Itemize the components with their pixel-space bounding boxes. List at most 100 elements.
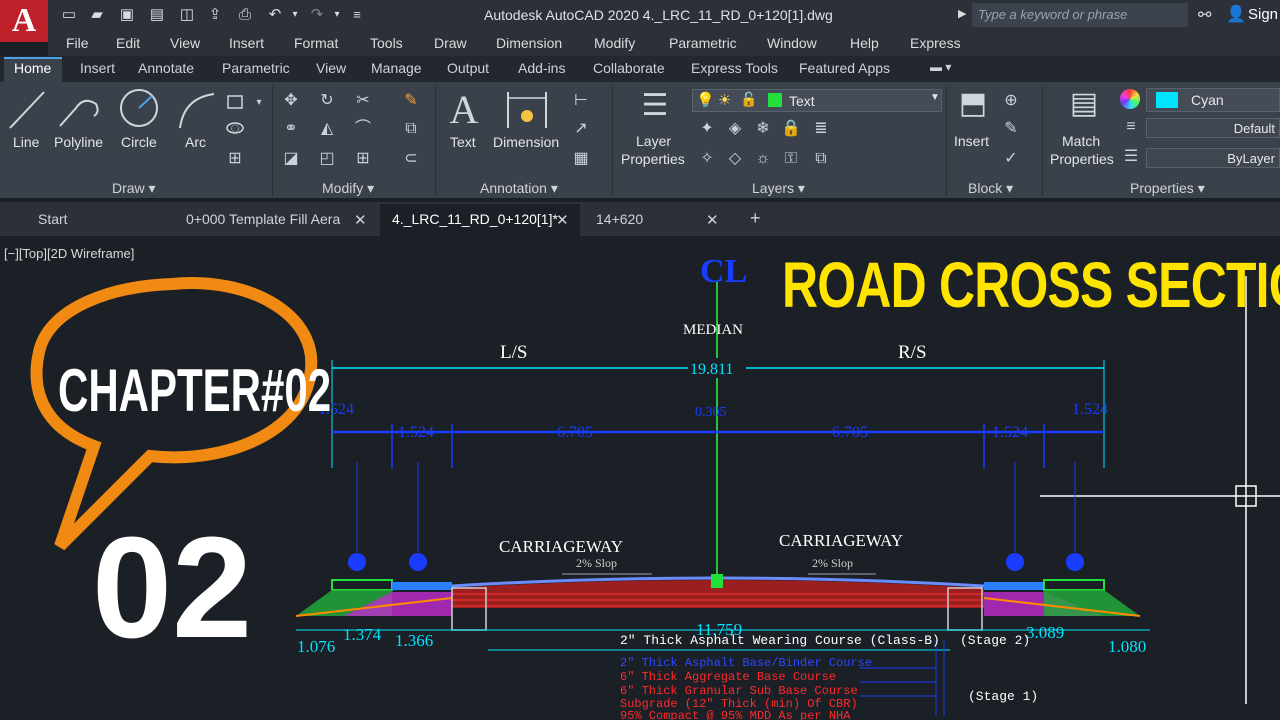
- menu-view[interactable]: View: [170, 35, 200, 51]
- export-icon[interactable]: ⇪: [204, 4, 226, 26]
- user-icon[interactable]: 👤: [1226, 4, 1246, 24]
- menu-parametric[interactable]: Parametric: [669, 35, 737, 51]
- layer-thaw-sun-icon: ☀: [718, 92, 732, 109]
- erase-icon[interactable]: ✎: [400, 90, 422, 112]
- search-expand-icon[interactable]: ▶: [958, 7, 966, 20]
- menu-insert[interactable]: Insert: [229, 35, 264, 51]
- layer-properties-label-1: Layer: [636, 133, 672, 149]
- new-tab-icon[interactable]: +: [750, 204, 761, 234]
- tab-featured-apps[interactable]: Featured Apps: [799, 60, 890, 76]
- layer-walk-icon[interactable]: ⧉: [810, 148, 832, 170]
- lineweight-icon[interactable]: ≡: [1120, 116, 1142, 138]
- linear-dim-icon[interactable]: ⊢: [570, 90, 592, 112]
- ribbon-toggle-icon[interactable]: ▬ ▾: [930, 60, 951, 74]
- sign-in-link[interactable]: Sign: [1248, 6, 1278, 23]
- draw-panel-title[interactable]: Draw ▾: [112, 180, 156, 197]
- mirror-icon[interactable]: ◭: [316, 118, 338, 140]
- tab-parametric[interactable]: Parametric: [222, 60, 290, 76]
- file-tab-14-620[interactable]: 14+620: [596, 204, 643, 234]
- slope-left-label: 2% Slop: [576, 556, 617, 570]
- menu-format[interactable]: Format: [294, 35, 338, 51]
- copy-icon[interactable]: ⚭: [280, 118, 302, 140]
- linetype-dropdown[interactable]: ByLayer: [1146, 148, 1280, 168]
- tab-collaborate[interactable]: Collaborate: [593, 60, 665, 76]
- create-block-icon[interactable]: ⊕: [1000, 90, 1022, 112]
- layer-freeze-icon[interactable]: ❄: [752, 118, 774, 140]
- app-logo-button[interactable]: A: [0, 0, 48, 42]
- file-tab-template[interactable]: 0+000 Template Fill Aera: [186, 204, 340, 234]
- stretch-icon[interactable]: ◪: [280, 148, 302, 170]
- save-icon[interactable]: ▣: [116, 4, 138, 26]
- dim-bottom-1: 1.076: [297, 637, 335, 656]
- tab-output[interactable]: Output: [447, 60, 489, 76]
- annotation-panel-title[interactable]: Annotation ▾: [480, 180, 558, 197]
- move-icon[interactable]: ✥: [280, 90, 302, 112]
- layer-merge-icon[interactable]: ≣: [810, 118, 832, 140]
- tab-view[interactable]: View: [316, 60, 346, 76]
- total-width-dim: 19.811: [690, 361, 733, 378]
- rotate-icon[interactable]: ↻: [316, 90, 338, 112]
- layer-match-icon[interactable]: ◇: [724, 148, 746, 170]
- array-icon[interactable]: ⊞: [352, 148, 374, 170]
- layer-thaw-all-icon[interactable]: ☼: [752, 148, 774, 170]
- redo-icon[interactable]: ↷: [306, 4, 328, 26]
- new-file-icon[interactable]: ▭: [58, 4, 80, 26]
- redo-dropdown-icon[interactable]: ▾: [326, 4, 348, 26]
- menu-draw[interactable]: Draw: [434, 35, 467, 51]
- trim-icon[interactable]: ✂: [352, 90, 374, 112]
- tab-manage[interactable]: Manage: [371, 60, 422, 76]
- layer-lock-icon[interactable]: 🔒: [780, 118, 802, 140]
- file-tab-start[interactable]: Start: [38, 204, 68, 234]
- layers-panel-title[interactable]: Layers ▾: [752, 180, 805, 197]
- menu-file[interactable]: File: [66, 35, 89, 51]
- undo-icon[interactable]: ↶: [264, 4, 286, 26]
- undo-dropdown-icon[interactable]: ▾: [284, 4, 306, 26]
- scale-icon[interactable]: ◰: [316, 148, 338, 170]
- web-mobile-icon[interactable]: ◫: [176, 4, 198, 26]
- rectangle-grid-icon[interactable]: ⊞: [224, 148, 246, 170]
- dim-bottom-2: 1.374: [343, 625, 382, 644]
- layer-isolate-icon[interactable]: ◈: [724, 118, 746, 140]
- explode-icon[interactable]: ⧉: [400, 118, 422, 140]
- properties-panel-title[interactable]: Properties ▾: [1130, 180, 1205, 197]
- menu-modify[interactable]: Modify: [594, 35, 635, 51]
- color-wheel-icon[interactable]: [1120, 89, 1140, 109]
- fillet-icon[interactable]: ⌒: [352, 118, 374, 140]
- tab-home[interactable]: Home: [14, 60, 51, 76]
- rectangle-dropdown-icon[interactable]: ▾: [248, 92, 270, 114]
- menu-edit[interactable]: Edit: [116, 35, 140, 51]
- binoculars-icon[interactable]: ⚯: [1198, 5, 1211, 25]
- menu-express[interactable]: Express: [910, 35, 961, 51]
- offset-icon[interactable]: ⊂: [400, 148, 422, 170]
- tab-add-ins[interactable]: Add-ins: [518, 60, 565, 76]
- search-input[interactable]: Type a keyword or phrase: [972, 3, 1188, 27]
- modify-panel-title[interactable]: Modify ▾: [322, 180, 374, 197]
- customize-toolbar-icon[interactable]: ≡: [346, 4, 368, 26]
- layer-dropdown-arrow-icon[interactable]: ▼: [930, 92, 940, 103]
- lineweight-dropdown[interactable]: Default: [1146, 118, 1280, 138]
- save-as-icon[interactable]: ▤: [146, 4, 168, 26]
- block-panel-title[interactable]: Block ▾: [968, 180, 1013, 197]
- menu-tools[interactable]: Tools: [370, 35, 403, 51]
- tab-express-tools[interactable]: Express Tools: [691, 60, 778, 76]
- tab-insert[interactable]: Insert: [80, 60, 115, 76]
- close-tab-icon[interactable]: ✕: [354, 204, 367, 234]
- print-icon[interactable]: ⎙: [234, 4, 256, 26]
- leader-icon[interactable]: ↗: [570, 118, 592, 140]
- menu-window[interactable]: Window: [767, 35, 817, 51]
- menu-dimension[interactable]: Dimension: [496, 35, 562, 51]
- menu-help[interactable]: Help: [850, 35, 879, 51]
- edit-block-icon[interactable]: ✎: [1000, 118, 1022, 140]
- close-tab-icon[interactable]: ✕: [706, 204, 719, 234]
- block-attribute-icon[interactable]: ✓: [1000, 148, 1022, 170]
- open-folder-icon[interactable]: ▰: [86, 4, 108, 26]
- tab-annotate[interactable]: Annotate: [138, 60, 194, 76]
- layer-make-current-icon[interactable]: ✧: [696, 148, 718, 170]
- file-tab-active[interactable]: 4._LRC_11_RD_0+120[1]*: [392, 204, 558, 234]
- table-icon[interactable]: ▦: [570, 148, 592, 170]
- hatch-icon[interactable]: ◌: [224, 118, 246, 140]
- layer-off-icon[interactable]: ✦: [696, 118, 718, 140]
- layer-unlock-all-icon[interactable]: ⚿: [780, 148, 802, 170]
- close-tab-icon[interactable]: ✕: [556, 204, 569, 234]
- linetype-icon[interactable]: ☰: [1120, 146, 1142, 168]
